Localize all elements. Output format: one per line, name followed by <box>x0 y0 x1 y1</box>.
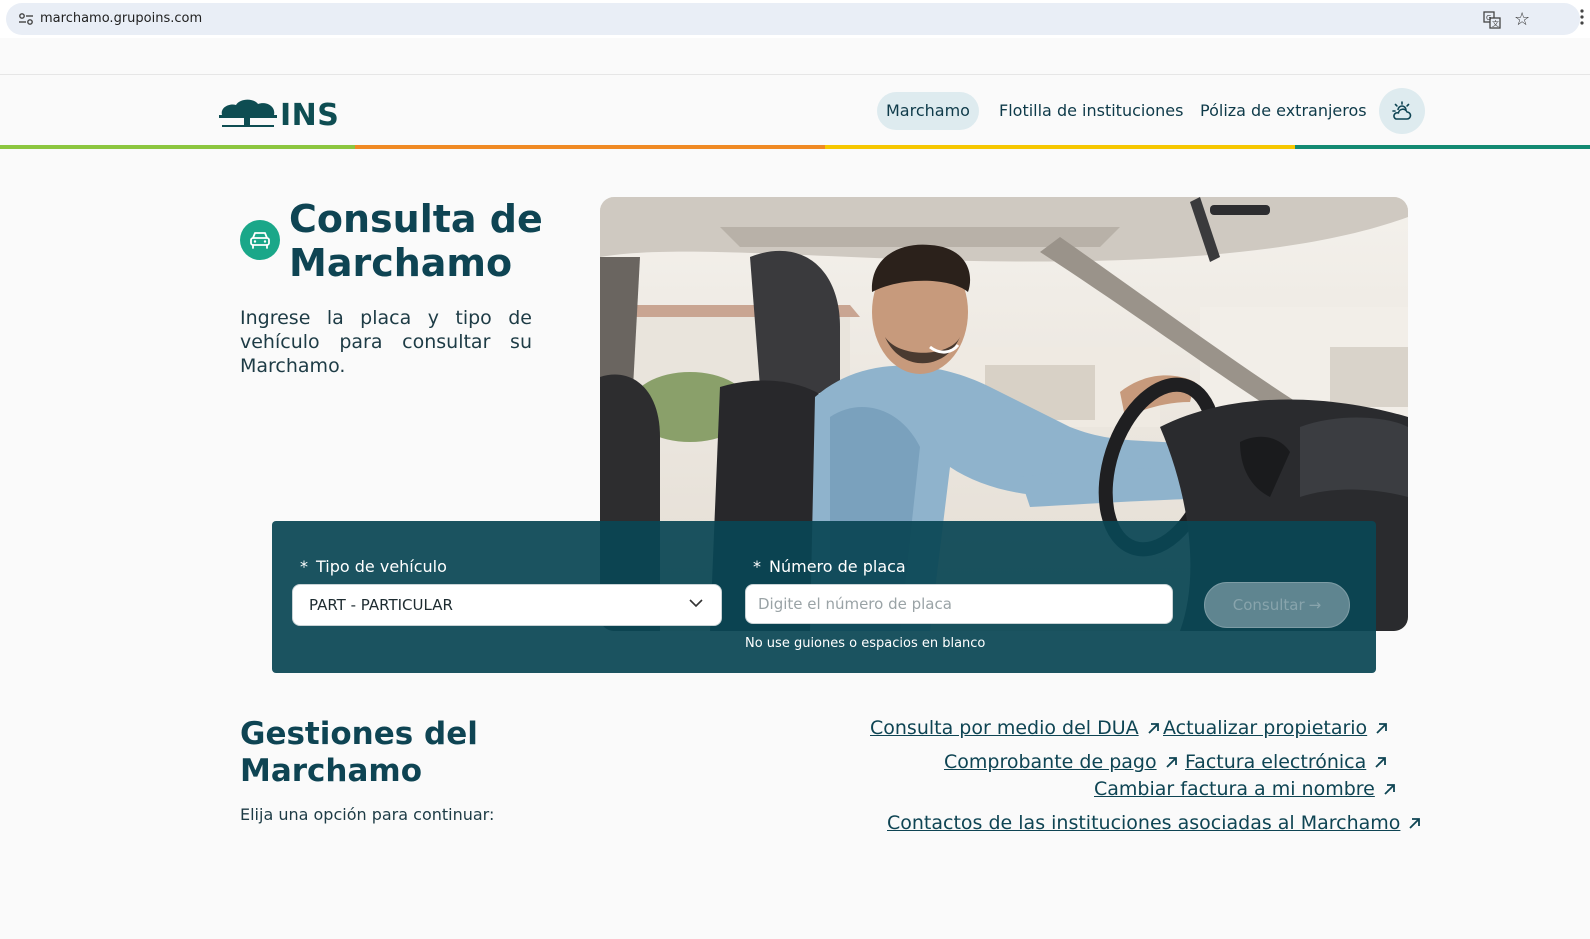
svg-text:G: G <box>1486 14 1491 22</box>
bookmark-star-icon[interactable]: ☆ <box>1514 9 1530 29</box>
external-link-icon <box>1409 818 1421 829</box>
translate-icon[interactable]: G 文 <box>1483 11 1501 29</box>
page-title: Consulta de Marchamo <box>289 197 543 285</box>
vehicle-type-select[interactable]: PART - PARTICULAR <box>292 584 722 626</box>
brand-color-stripe <box>0 145 1590 149</box>
plate-number-input[interactable] <box>745 584 1173 624</box>
nav-flotilla[interactable]: Flotilla de instituciones <box>990 92 1192 130</box>
gestiones-title: Gestiones del Marchamo <box>240 716 478 789</box>
vehicle-type-value: PART - PARTICULAR <box>309 596 453 614</box>
site-settings-icon[interactable] <box>18 12 34 26</box>
svg-text:文: 文 <box>1492 19 1499 28</box>
vehicle-search-form: * Tipo de vehículo PART - PARTICULAR * Núm… <box>272 521 1376 673</box>
link-contactos-instituciones[interactable]: Contactos de las instituciones asociadas… <box>887 812 1421 834</box>
gestiones-subtitle: Elija una opción para continuar: <box>240 805 495 824</box>
external-link-icon <box>1376 723 1388 734</box>
tree-logo-icon <box>219 99 277 127</box>
arrow-right-icon: → <box>1308 596 1322 614</box>
external-link-icon <box>1384 784 1395 795</box>
url-text[interactable]: marchamo.grupoins.com <box>40 11 202 26</box>
car-icon-badge <box>240 220 280 260</box>
plate-help-text: No use guiones o espacios en blanco <box>745 636 986 651</box>
nav-marchamo[interactable]: Marchamo <box>877 92 979 130</box>
link-actualizar-propietario[interactable]: Actualizar propietario <box>1163 717 1388 739</box>
link-comprobante-pago[interactable]: Comprobante de pago <box>944 751 1178 773</box>
link-cambiar-factura[interactable]: Cambiar factura a mi nombre <box>1094 778 1396 800</box>
stripe-yellow <box>825 145 1295 149</box>
link-consulta-dua[interactable]: Consulta por medio del DUA <box>870 717 1160 739</box>
external-link-icon <box>1375 757 1387 768</box>
stripe-orange <box>355 145 825 149</box>
page-description: Ingrese la placa y tipo de vehículo para… <box>240 307 532 377</box>
chevron-down-icon <box>689 599 703 608</box>
external-link-icon <box>1165 757 1177 768</box>
site-header: INS Marchamo Flotilla de instituciones P… <box>0 74 1590 147</box>
plate-label: * Número de placa <box>753 557 906 576</box>
weather-theme-button[interactable] <box>1379 88 1425 134</box>
car-icon <box>250 232 270 249</box>
browser-menu-icon[interactable] <box>1580 8 1584 26</box>
link-factura-electronica[interactable]: Factura electrónica <box>1185 751 1387 773</box>
consultar-button[interactable]: Consultar → <box>1204 582 1350 628</box>
cloud-sun-icon <box>1392 101 1412 120</box>
stripe-teal <box>1295 145 1590 149</box>
stripe-green <box>0 145 355 149</box>
nav-poliza-extranjeros[interactable]: Póliza de extranjeros <box>1191 92 1376 130</box>
vehicle-type-label: * Tipo de vehículo <box>300 557 447 576</box>
logo-text: INS <box>280 98 340 133</box>
browser-toolbar: marchamo.grupoins.com G 文 ☆ <box>0 0 1590 38</box>
external-link-icon <box>1148 723 1159 734</box>
address-bar[interactable]: marchamo.grupoins.com G 文 ☆ <box>6 3 1580 35</box>
